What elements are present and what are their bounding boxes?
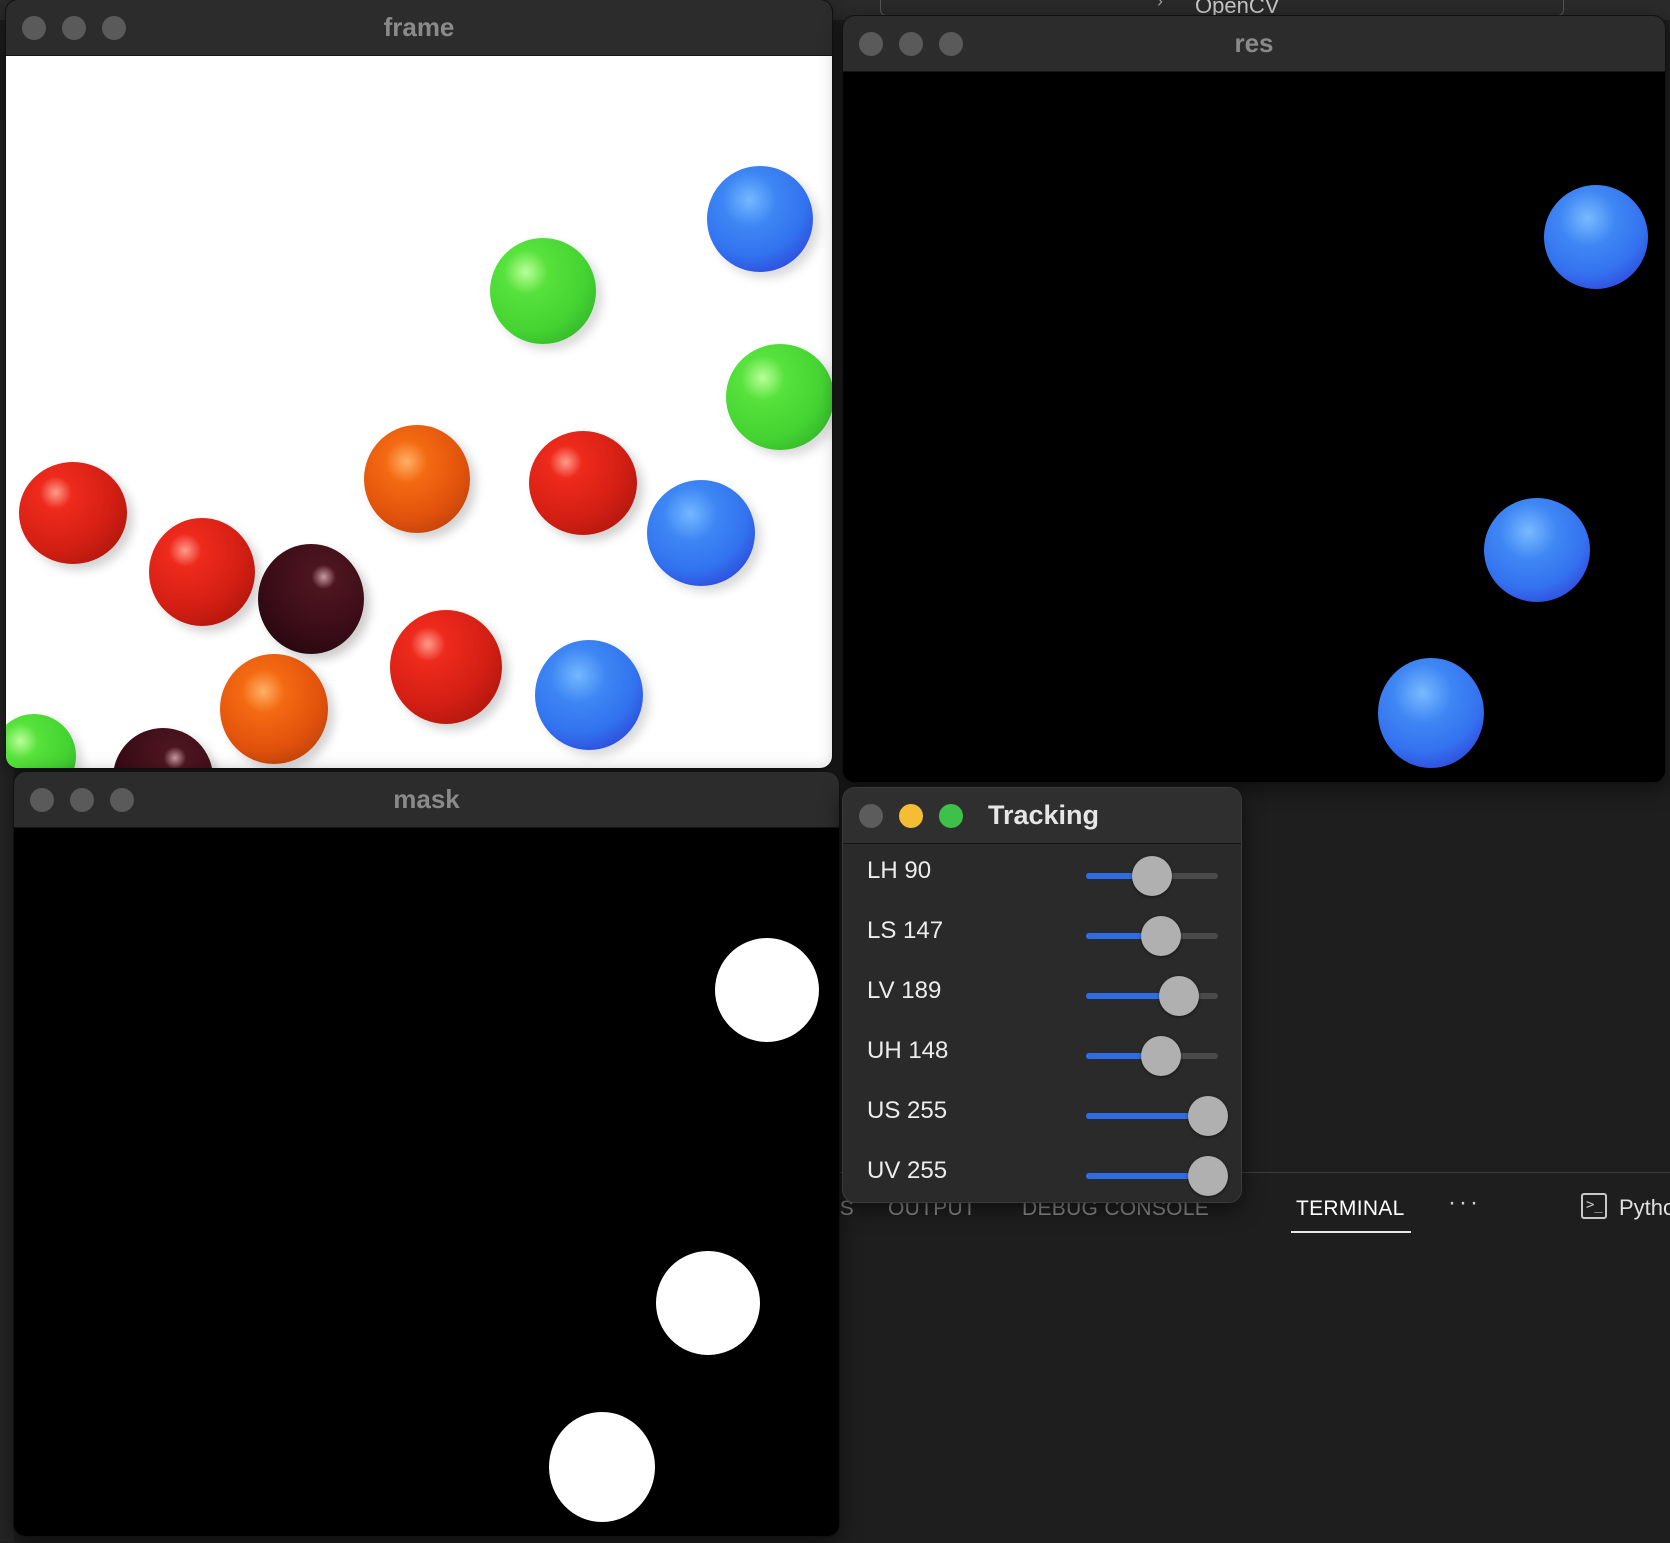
slider-thumb[interactable] <box>1132 856 1172 896</box>
vscode-command-center[interactable]: › OpenCV <box>880 0 1564 18</box>
slider-thumb[interactable] <box>1188 1156 1228 1196</box>
frame-window[interactable]: frame <box>6 0 832 768</box>
trackbar-uv: UV 255 <box>843 1143 1241 1202</box>
slider-thumb[interactable] <box>1141 916 1181 956</box>
more-actions-button[interactable]: ··· <box>1448 1189 1481 1217</box>
red-candy <box>19 462 127 564</box>
green-candy <box>6 714 76 768</box>
mask-image <box>14 828 839 1536</box>
slider-thumb[interactable] <box>1141 1036 1181 1076</box>
slider-track[interactable] <box>1086 976 1218 1016</box>
res-title-bar[interactable]: res <box>843 16 1665 72</box>
slider-track[interactable] <box>1086 856 1218 896</box>
mask-window[interactable]: mask <box>14 772 839 1536</box>
frame-title-bar[interactable]: frame <box>6 0 832 56</box>
blue-candy-result <box>1484 498 1590 602</box>
mask-blob <box>656 1251 760 1355</box>
close-button[interactable] <box>859 804 883 828</box>
slider-thumb[interactable] <box>1188 1096 1228 1136</box>
zoom-button[interactable] <box>939 804 963 828</box>
brown-candy <box>113 728 213 768</box>
slider-track[interactable] <box>1086 1156 1228 1196</box>
chevron-right-icon: › <box>1157 0 1163 11</box>
brown-candy <box>258 544 364 654</box>
tracking-title-bar[interactable]: Tracking <box>843 788 1241 844</box>
minimize-button[interactable] <box>899 804 923 828</box>
mask-blob <box>549 1412 655 1522</box>
trackbar-label: LH 90 <box>867 857 932 884</box>
trackbar-label: LS 147 <box>867 917 944 944</box>
slider-track[interactable] <box>1086 916 1218 956</box>
mask-blob <box>715 938 819 1042</box>
blue-candy <box>647 480 755 586</box>
frame-image <box>6 56 832 768</box>
green-candy <box>490 238 596 344</box>
slider-thumb[interactable] <box>1159 976 1199 1016</box>
active-tab-indicator <box>1291 1231 1411 1233</box>
blue-candy-result <box>1378 658 1484 768</box>
res-image <box>843 72 1665 782</box>
tracking-window[interactable]: Tracking LH 90 LS 147 LV 189 UH 148 US 255 UV… <box>843 788 1241 1202</box>
terminal-icon: >_ <box>1581 1193 1607 1219</box>
blue-candy <box>707 166 813 272</box>
trackbar-label: US 255 <box>867 1097 948 1124</box>
trackbar-lv: LV 189 <box>843 963 1241 1023</box>
trackbar-ls: LS 147 <box>843 903 1241 963</box>
red-candy <box>529 431 637 535</box>
trackbar-uh: UH 148 <box>843 1023 1241 1083</box>
slider-track[interactable] <box>1086 1036 1218 1076</box>
window-title: Tracking <box>988 800 1100 830</box>
vscode-bottom-panel: MS OUTPUT DEBUG CONSOLE TERMINAL ··· >_ … <box>822 1172 1670 1543</box>
mask-title-bar[interactable]: mask <box>14 772 839 828</box>
red-candy <box>149 518 255 626</box>
trackbar-lh: LH 90 <box>843 843 1241 903</box>
trackbar-label: LV 189 <box>867 977 942 1004</box>
red-candy <box>390 610 502 724</box>
res-window[interactable]: res <box>843 16 1665 782</box>
orange-candy <box>364 425 470 533</box>
green-candy <box>726 344 832 450</box>
trackbar-us: US 255 <box>843 1083 1241 1143</box>
window-title: res <box>1234 28 1274 58</box>
slider-track[interactable] <box>1086 1096 1228 1136</box>
terminal-name[interactable]: Python <box>1619 1195 1670 1221</box>
orange-candy <box>220 654 328 764</box>
blue-candy <box>535 640 643 750</box>
window-title: mask <box>393 784 460 814</box>
tab-terminal[interactable]: TERMINAL <box>1296 1197 1405 1221</box>
trackbar-label: UH 148 <box>867 1037 949 1064</box>
blue-candy-result <box>1544 185 1648 289</box>
window-title: frame <box>383 12 455 42</box>
trackbar-label: UV 255 <box>867 1157 948 1184</box>
